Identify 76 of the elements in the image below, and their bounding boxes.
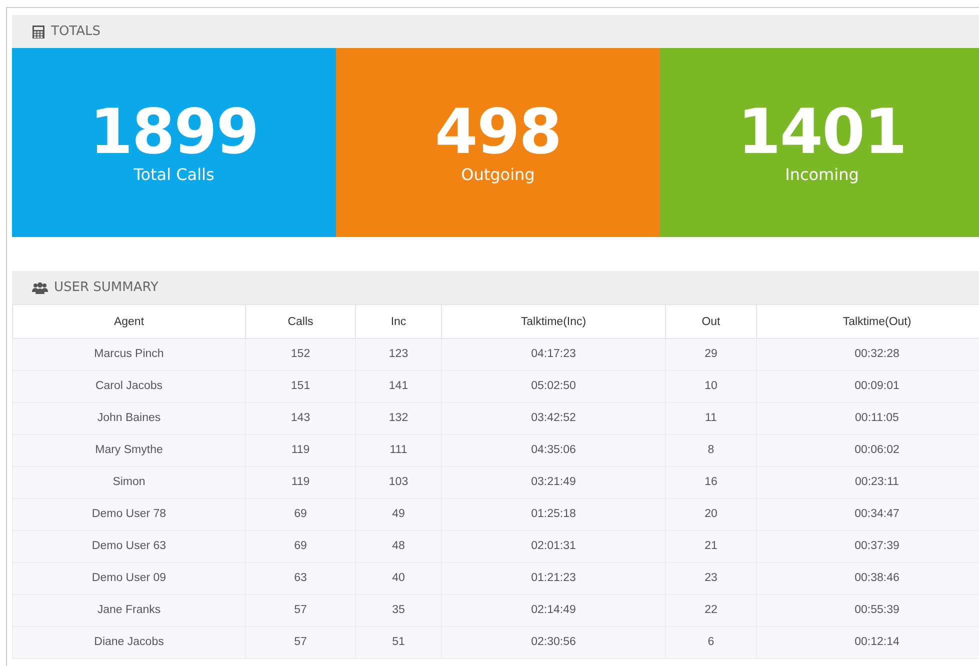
table-cell: 03:21:49 xyxy=(442,466,666,498)
table-cell: 49 xyxy=(356,498,442,530)
table-cell: Diane Jacobs xyxy=(12,626,246,658)
table-cell: 57 xyxy=(246,626,356,658)
table-cell: 8 xyxy=(666,434,756,466)
column-header: Talktime(Out) xyxy=(756,304,979,338)
column-header: Agent xyxy=(12,304,246,338)
table-cell: 00:34:47 xyxy=(756,498,979,530)
stat-value: 498 xyxy=(434,101,562,163)
table-cell: 6 xyxy=(666,626,756,658)
table-cell: 00:12:14 xyxy=(756,626,979,658)
users-icon xyxy=(32,282,48,294)
table-cell: 00:23:11 xyxy=(756,466,979,498)
table-cell: 119 xyxy=(246,466,356,498)
table-cell: 22 xyxy=(666,594,756,626)
table-cell: Simon xyxy=(12,466,246,498)
table-cell: 21 xyxy=(666,530,756,562)
table-cell: Demo User 09 xyxy=(12,562,246,594)
table-cell: 51 xyxy=(356,626,442,658)
table-cell: 119 xyxy=(246,434,356,466)
column-header: Out xyxy=(666,304,756,338)
section-title: TOTALS xyxy=(51,24,100,39)
table-cell: 02:14:49 xyxy=(442,594,666,626)
table-cell: 00:32:28 xyxy=(756,338,979,370)
table-cell: 103 xyxy=(356,466,442,498)
table-cell: 00:55:39 xyxy=(756,594,979,626)
table-cell: 152 xyxy=(246,338,356,370)
table-cell: 23 xyxy=(666,562,756,594)
table-cell: 04:35:06 xyxy=(442,434,666,466)
table-cell: 143 xyxy=(246,402,356,434)
table-cell: 69 xyxy=(246,498,356,530)
table-cell: 16 xyxy=(666,466,756,498)
column-header: Talktime(Inc) xyxy=(442,304,666,338)
table-cell: 10 xyxy=(666,370,756,402)
table-cell: 00:38:46 xyxy=(756,562,979,594)
column-header: Inc xyxy=(356,304,442,338)
table-cell: 63 xyxy=(246,562,356,594)
table-cell: Demo User 63 xyxy=(12,530,246,562)
stat-label: Outgoing xyxy=(461,165,535,184)
calculator-icon xyxy=(32,24,45,38)
table-cell: 11 xyxy=(666,402,756,434)
table-cell: 02:01:31 xyxy=(442,530,666,562)
stat-label: Total Calls xyxy=(134,165,214,184)
stat-value: 1899 xyxy=(90,101,258,163)
table-cell: 40 xyxy=(356,562,442,594)
table-cell: Marcus Pinch xyxy=(12,338,246,370)
table-cell: John Baines xyxy=(12,402,246,434)
table-cell: 111 xyxy=(356,434,442,466)
table-cell: 132 xyxy=(356,402,442,434)
table-cell: 02:30:56 xyxy=(442,626,666,658)
table-cell: 03:42:52 xyxy=(442,402,666,434)
table-cell: 20 xyxy=(666,498,756,530)
table-cell: 00:06:02 xyxy=(756,434,979,466)
table-cell: Carol Jacobs xyxy=(12,370,246,402)
table-cell: 151 xyxy=(246,370,356,402)
table-cell: 00:09:01 xyxy=(756,370,979,402)
stat-label: Incoming xyxy=(785,165,859,184)
table-cell: Mary Smythe xyxy=(12,434,246,466)
table-cell: 35 xyxy=(356,594,442,626)
table-cell: 57 xyxy=(246,594,356,626)
table-cell: 48 xyxy=(356,530,442,562)
table-cell: 01:21:23 xyxy=(442,562,666,594)
table-cell: 04:17:23 xyxy=(442,338,666,370)
column-header: Calls xyxy=(246,304,356,338)
table-cell: 00:37:39 xyxy=(756,530,979,562)
table-cell: 29 xyxy=(666,338,756,370)
table-cell: 05:02:50 xyxy=(442,370,666,402)
stat-value: 1401 xyxy=(738,101,906,163)
table-cell: 141 xyxy=(356,370,442,402)
table-cell: 123 xyxy=(356,338,442,370)
section-title: USER SUMMARY xyxy=(54,280,158,295)
table-cell: 69 xyxy=(246,530,356,562)
table-cell: 00:11:05 xyxy=(756,402,979,434)
table-cell: Demo User 78 xyxy=(12,498,246,530)
table-cell: 01:25:18 xyxy=(442,498,666,530)
table-cell: Jane Franks xyxy=(12,594,246,626)
